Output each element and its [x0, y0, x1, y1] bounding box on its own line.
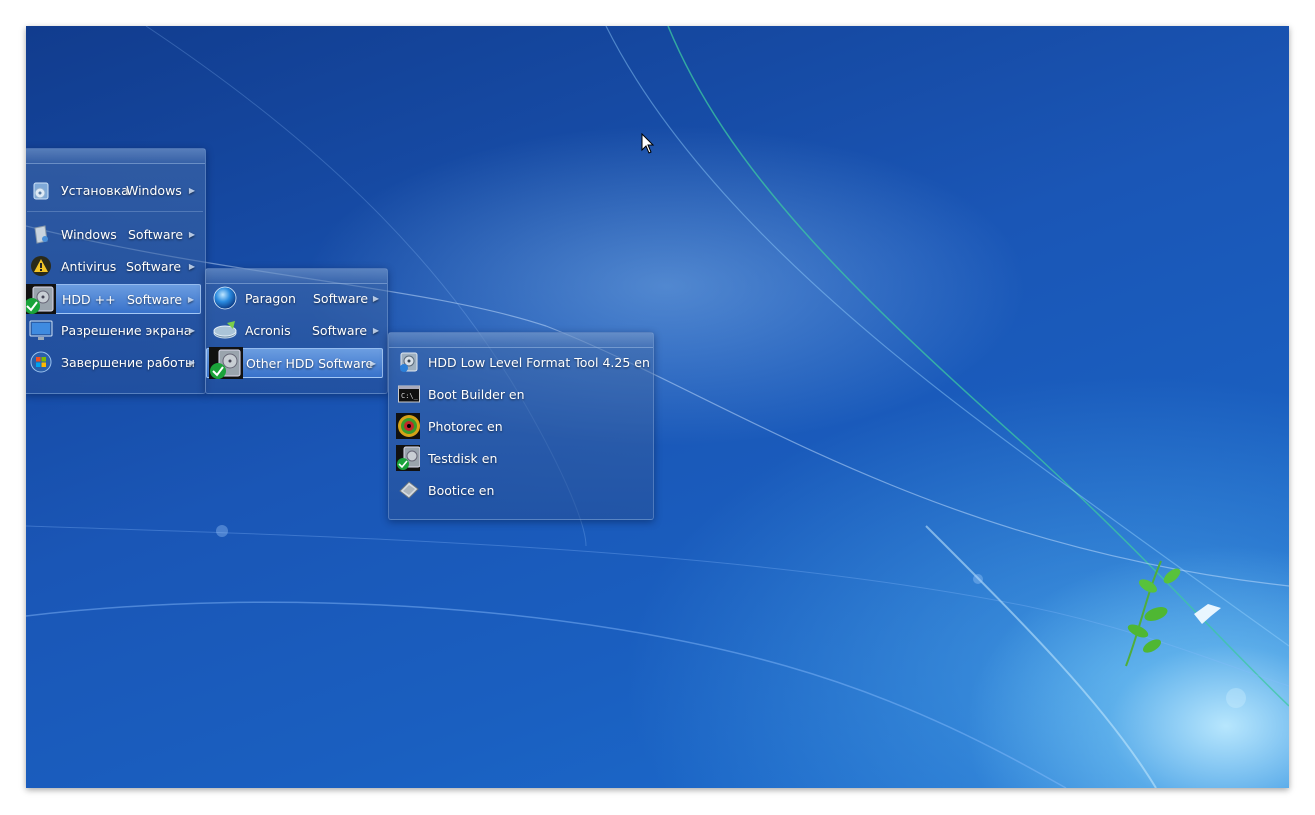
menu-item-label: Windows [61, 226, 117, 242]
hdd-submenu: Paragon Software ▶ Acronis Software ▶ Ot… [205, 268, 388, 394]
submenu-arrow-icon: ▶ [369, 358, 376, 368]
menu-item-label: Photorec en [428, 418, 503, 434]
menu-item-other-hdd-software[interactable]: Other HDD Software ▶ [206, 347, 383, 379]
hdd-tool-icon [26, 284, 56, 314]
other-hdd-submenu: HDD Low Level Format Tool 4.25 en C:\_ B… [388, 332, 654, 520]
testdisk-icon [396, 445, 420, 471]
twig-decoration [1125, 560, 1221, 667]
submenu-arrow-icon: ▶ [372, 325, 379, 335]
menu-item-label-secondary: Software [313, 290, 369, 306]
submenu-arrow-icon: ▶ [372, 293, 379, 303]
submenu-header [206, 269, 387, 284]
menu-item-bootice[interactable]: Bootice en [389, 476, 651, 504]
menu-item-label: Разрешение экрана [61, 322, 192, 338]
menu-separator [27, 211, 203, 212]
submenu-arrow-icon: ▶ [187, 294, 194, 304]
menu-item-paragon-software[interactable]: Paragon Software ▶ [206, 284, 385, 312]
menu-item-label: Testdisk en [428, 450, 498, 466]
monitor-icon [29, 318, 53, 342]
menu-item-hdd-low-level-format-tool[interactable]: HDD Low Level Format Tool 4.25 en [389, 348, 651, 376]
menu-item-screen-resolution[interactable]: Разрешение экрана ▶ [26, 316, 201, 344]
mouse-cursor-icon [641, 133, 655, 154]
console-icon: C:\_ [397, 382, 421, 406]
desktop: Установка Windows ▶ Windows Software ▶ A… [26, 26, 1289, 788]
menu-item-windows-software[interactable]: Windows Software ▶ [26, 220, 201, 248]
menu-item-label: HDD Low Level Format Tool 4.25 en [428, 354, 650, 370]
menu-item-boot-builder[interactable]: C:\_ Boot Builder en [389, 380, 651, 408]
menu-item-label: HDD ++ [62, 291, 116, 307]
menu-item-label-secondary: Software [128, 226, 184, 242]
menu-item-acronis-software[interactable]: Acronis Software ▶ [206, 316, 385, 344]
menu-item-label: Antivirus [61, 258, 117, 274]
menu-item-hdd-software[interactable]: HDD ++ Software ▶ [26, 284, 201, 314]
menu-item-label-secondary: Windows [126, 182, 182, 198]
submenu-arrow-icon: ▶ [188, 325, 195, 335]
menu-item-label-secondary: Software [126, 258, 182, 274]
menu-item-label: Bootice en [428, 482, 495, 498]
menu-item-label: Paragon [245, 290, 296, 306]
menu-item-shutdown[interactable]: Завершение работы ▶ [26, 348, 201, 376]
menu-item-testdisk[interactable]: Testdisk en [389, 444, 651, 472]
antivirus-warning-icon [29, 254, 53, 278]
menu-item-label-secondary: Software [127, 291, 183, 307]
submenu-arrow-icon: ▶ [188, 357, 195, 367]
hdd-tool-icon [209, 347, 243, 379]
submenu-header [389, 333, 653, 348]
menu-item-label: Other HDD Software [246, 355, 374, 371]
menu-item-photorec[interactable]: Photorec en [389, 412, 651, 440]
submenu-arrow-icon: ▶ [188, 229, 195, 239]
acronis-disk-icon [213, 318, 237, 342]
paragon-globe-icon [213, 286, 237, 310]
menu-item-label-secondary: Software [312, 322, 368, 338]
svg-text:C:\_: C:\_ [401, 392, 419, 400]
format-tool-icon [397, 350, 421, 374]
menu-item-label: Boot Builder en [428, 386, 525, 402]
main-menu-header [26, 149, 205, 164]
menu-item-label: Завершение работы [61, 354, 195, 370]
windows-orb-icon [29, 350, 53, 374]
menu-item-install-windows[interactable]: Установка Windows ▶ [26, 176, 201, 204]
menu-item-antivirus-software[interactable]: Antivirus Software ▶ [26, 252, 201, 280]
bootice-icon [397, 478, 421, 502]
photorec-icon [396, 413, 420, 439]
submenu-arrow-icon: ▶ [188, 261, 195, 271]
install-disc-icon [29, 178, 53, 202]
wallpaper-swirls [26, 26, 1289, 788]
menu-item-label: Acronis [245, 322, 291, 338]
submenu-arrow-icon: ▶ [188, 185, 195, 195]
main-menu: Установка Windows ▶ Windows Software ▶ A… [26, 148, 206, 394]
windows-box-icon [29, 222, 53, 246]
menu-item-label: Установка [61, 182, 129, 198]
